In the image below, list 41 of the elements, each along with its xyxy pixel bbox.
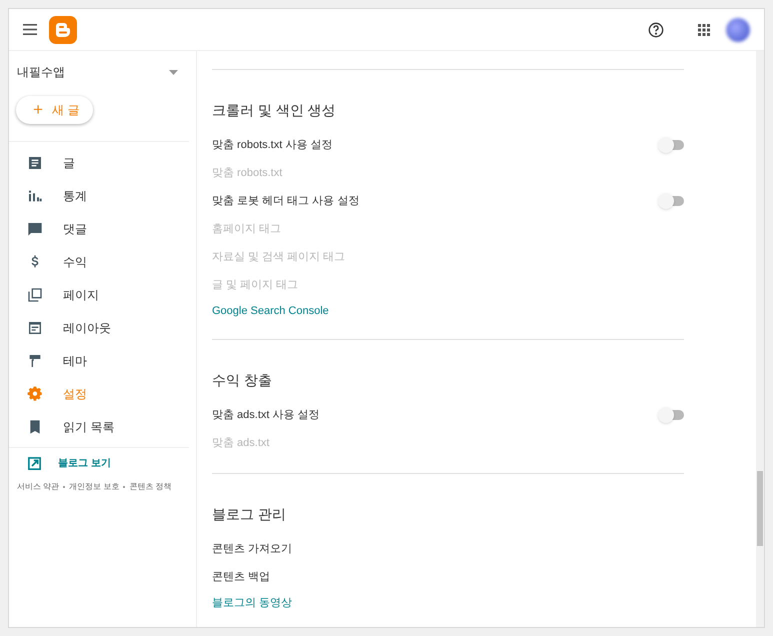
- setting-item[interactable]: 콘텐츠 백업: [212, 568, 270, 586]
- scrollbar[interactable]: [756, 51, 764, 627]
- toggle-switch[interactable]: [658, 137, 684, 153]
- layout-icon: [27, 320, 43, 336]
- setting-label: 맞춤 ads.txt 사용 설정: [212, 408, 320, 423]
- footer-link[interactable]: 개인정보 보호: [69, 481, 120, 493]
- document-icon: [27, 154, 43, 170]
- setting-label: 맞춤 로봇 헤더 태그 사용 설정: [212, 194, 360, 209]
- nav-item[interactable]: 통계: [9, 179, 189, 212]
- logo-icon[interactable]: [49, 16, 77, 44]
- view-blog-link[interactable]: 블로그 보기: [9, 448, 196, 478]
- setting-link[interactable]: 블로그의 동영상: [212, 594, 292, 612]
- avatar[interactable]: [726, 18, 750, 42]
- apps-grid-icon[interactable]: [698, 24, 710, 36]
- comment-icon: [27, 220, 43, 236]
- toggle-switch[interactable]: [658, 193, 684, 209]
- pages-icon: [27, 286, 43, 302]
- setting-item[interactable]: 콘텐츠 가져오기: [212, 540, 292, 558]
- section-heading: 크롤러 및 색인 생성: [212, 101, 337, 120]
- section-heading: 블로그 관리: [212, 505, 287, 524]
- nav-item[interactable]: 수익: [9, 245, 189, 278]
- bar-chart-icon: [27, 188, 43, 204]
- nav-item[interactable]: 테마: [9, 344, 189, 377]
- toggle-switch[interactable]: [658, 407, 684, 423]
- nav-item[interactable]: 읽기 목록: [9, 410, 189, 443]
- footer-link[interactable]: 콘텐츠 정책: [129, 481, 172, 493]
- setting-link[interactable]: Google Search Console: [212, 302, 329, 320]
- paint-roller-icon: [27, 352, 43, 368]
- section-heading: 수익 창출: [212, 371, 273, 390]
- gear-icon: [27, 386, 43, 402]
- blog-selector[interactable]: 내필수앱: [9, 51, 196, 93]
- nav-item[interactable]: 레이아웃: [9, 311, 189, 344]
- external-link-icon: [27, 456, 42, 470]
- help-icon[interactable]: [648, 22, 664, 38]
- setting-label: 맞춤 robots.txt 사용 설정: [212, 138, 332, 153]
- dropdown-caret-icon: [169, 70, 178, 74]
- nav-item[interactable]: 페이지: [9, 278, 189, 311]
- footer-link[interactable]: 서비스 약관: [17, 481, 60, 493]
- nav-item[interactable]: 댓글: [9, 212, 189, 245]
- nav-item[interactable]: 글: [9, 146, 189, 179]
- menu-icon[interactable]: [23, 24, 37, 35]
